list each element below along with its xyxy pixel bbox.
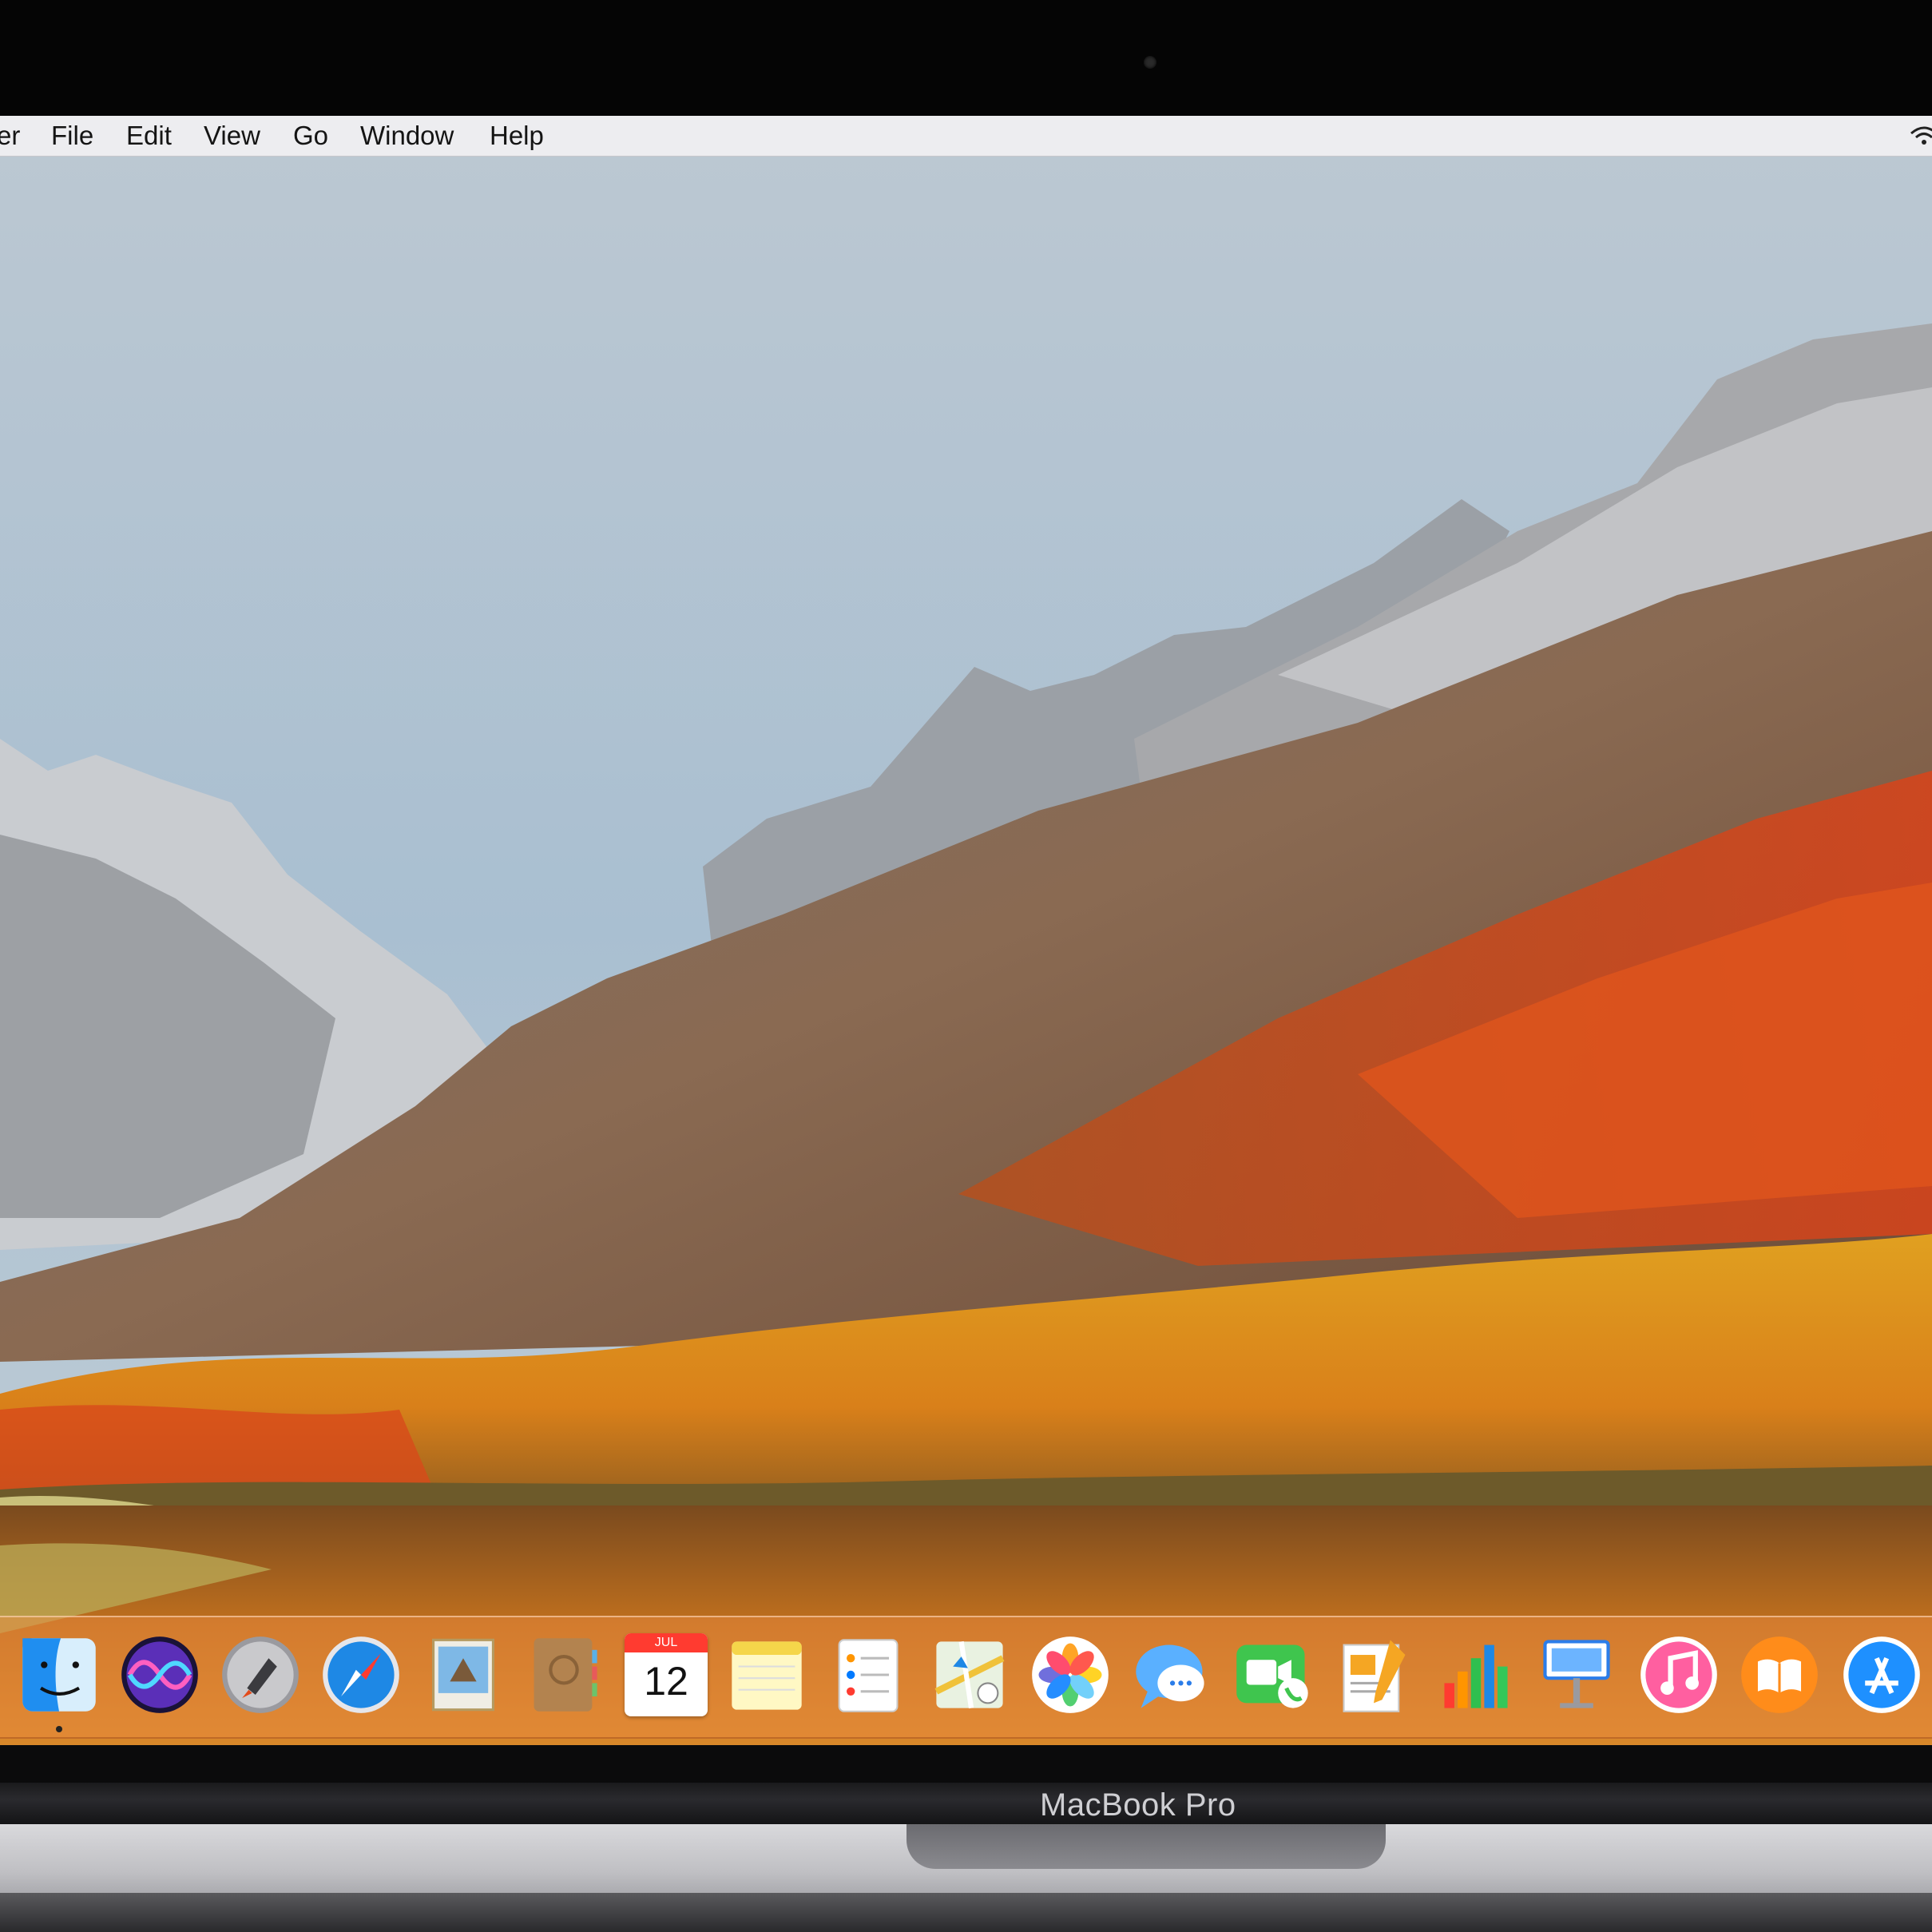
- finder-running-indicator: [56, 1726, 62, 1732]
- keynote-icon[interactable]: [1535, 1633, 1618, 1716]
- opening-notch: [906, 1824, 1386, 1869]
- reminders-icon[interactable]: [826, 1633, 909, 1716]
- desktop-wallpaper: [0, 116, 1932, 1745]
- contacts-icon[interactable]: [522, 1633, 605, 1716]
- brand-label: MacBook Pro: [1040, 1787, 1236, 1823]
- launchpad-icon[interactable]: [219, 1633, 302, 1716]
- safari-icon[interactable]: [319, 1633, 403, 1716]
- calendar-month: JUL: [625, 1633, 708, 1652]
- notes-icon[interactable]: [725, 1633, 808, 1716]
- ibooks-icon[interactable]: [1738, 1633, 1821, 1716]
- menu-file[interactable]: File: [51, 121, 93, 150]
- photos-icon[interactable]: [1029, 1633, 1112, 1716]
- menu-bar: er File Edit View Go Window Help: [0, 116, 1932, 157]
- mail-icon[interactable]: [422, 1633, 505, 1716]
- hinge: [0, 1783, 1932, 1824]
- base-edge: [0, 1893, 1932, 1932]
- finder-icon[interactable]: [18, 1633, 101, 1716]
- itunes-icon[interactable]: [1637, 1633, 1720, 1716]
- camera-icon: [1144, 56, 1156, 69]
- maps-icon[interactable]: [928, 1633, 1011, 1716]
- facetime-icon[interactable]: [1232, 1633, 1315, 1716]
- messages-icon[interactable]: [1129, 1633, 1212, 1716]
- menu-app-name[interactable]: er: [0, 121, 20, 150]
- calendar-icon[interactable]: JUL 12: [625, 1633, 708, 1716]
- screen: er File Edit View Go Window Help JUL 12: [0, 116, 1932, 1745]
- dock: JUL 12: [0, 1616, 1932, 1739]
- app-store-icon[interactable]: [1840, 1633, 1923, 1716]
- menu-help[interactable]: Help: [490, 121, 544, 150]
- calendar-day: 12: [644, 1659, 688, 1704]
- top-bezel: [0, 0, 1932, 116]
- pages-icon[interactable]: [1332, 1633, 1415, 1716]
- wifi-icon[interactable]: [1910, 125, 1932, 146]
- numbers-icon[interactable]: [1434, 1633, 1517, 1716]
- siri-icon[interactable]: [118, 1633, 201, 1716]
- menu-window[interactable]: Window: [360, 121, 454, 150]
- menu-edit[interactable]: Edit: [126, 121, 172, 150]
- macbook-device: er File Edit View Go Window Help JUL 12 …: [0, 0, 1932, 1932]
- menu-view[interactable]: View: [204, 121, 260, 150]
- menu-go[interactable]: Go: [293, 121, 328, 150]
